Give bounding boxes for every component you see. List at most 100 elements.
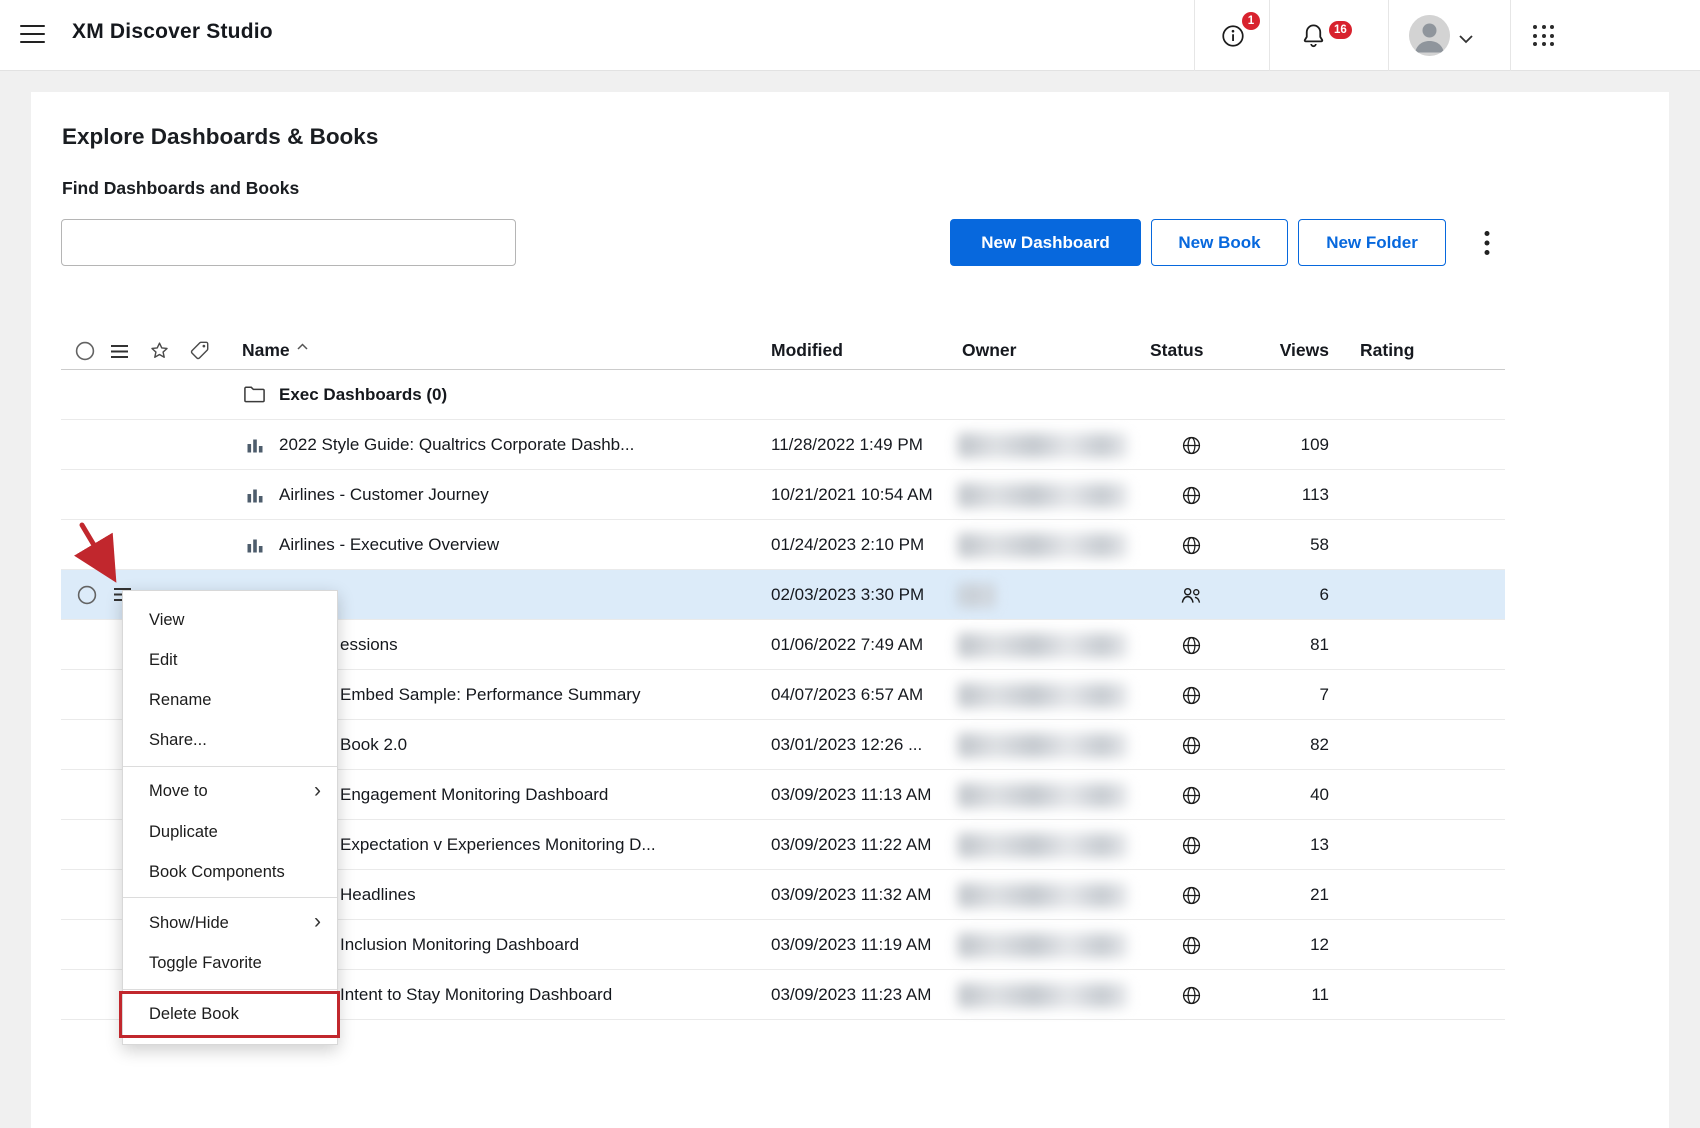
new-dashboard-button[interactable]: New Dashboard bbox=[950, 219, 1141, 266]
row-name: Engagement Monitoring Dashboard bbox=[340, 770, 608, 820]
row-owner-redacted bbox=[958, 433, 1128, 458]
row-modified: 03/09/2023 11:13 AM bbox=[771, 770, 931, 820]
row-views: 109 bbox=[1301, 420, 1329, 470]
row-owner-redacted bbox=[958, 533, 1128, 558]
sort-ascending-icon bbox=[297, 343, 308, 350]
row-status bbox=[1170, 970, 1212, 1020]
row-status bbox=[1170, 670, 1212, 720]
menu-item-view[interactable]: View bbox=[123, 600, 337, 640]
info-badge: 1 bbox=[1242, 12, 1260, 30]
table-row[interactable]: Exec Dashboards (0) bbox=[61, 370, 1505, 420]
menu-item-label: Delete Book bbox=[149, 1005, 239, 1024]
row-owner-redacted bbox=[958, 733, 1128, 758]
topbar: XM Discover Studio 1 16 bbox=[0, 0, 1700, 71]
select-all-checkbox[interactable] bbox=[75, 341, 95, 366]
row-name: essions bbox=[340, 620, 398, 670]
new-folder-button[interactable]: New Folder bbox=[1298, 219, 1446, 266]
dashboard-icon bbox=[246, 536, 264, 559]
row-modified: 11/28/2022 1:49 PM bbox=[771, 420, 923, 470]
topbar-divider bbox=[1269, 0, 1270, 71]
bulk-menu-icon[interactable] bbox=[110, 343, 129, 364]
row-checkbox[interactable] bbox=[77, 585, 97, 610]
row-modified: 03/01/2023 12:26 ... bbox=[771, 720, 922, 770]
menu-item-move-to[interactable]: Move to› bbox=[123, 772, 337, 812]
row-status bbox=[1170, 520, 1212, 570]
new-book-button[interactable]: New Book bbox=[1151, 219, 1288, 266]
row-modified: 01/06/2022 7:49 AM bbox=[771, 620, 923, 670]
public-status-icon bbox=[1181, 485, 1202, 506]
more-options-button[interactable] bbox=[1472, 221, 1502, 265]
row-status bbox=[1170, 470, 1212, 520]
shared-status-icon bbox=[1180, 586, 1203, 605]
column-header-name-label: Name bbox=[242, 340, 290, 361]
row-views: 7 bbox=[1320, 670, 1329, 720]
chevron-right-icon: › bbox=[314, 910, 321, 934]
column-header-rating[interactable]: Rating bbox=[1360, 330, 1414, 370]
menu-item-toggle-favorite[interactable]: Toggle Favorite bbox=[123, 944, 337, 984]
favorites-filter-icon[interactable] bbox=[149, 340, 170, 366]
column-header-status[interactable]: Status bbox=[1150, 330, 1203, 370]
menu-item-rename[interactable]: Rename bbox=[123, 680, 337, 720]
row-owner-redacted bbox=[958, 833, 1128, 858]
column-header-owner[interactable]: Owner bbox=[962, 330, 1016, 370]
dashboard-icon bbox=[246, 436, 264, 459]
global-nav-menu-icon[interactable] bbox=[20, 25, 45, 45]
row-status bbox=[1170, 770, 1212, 820]
row-views: 58 bbox=[1310, 520, 1329, 570]
row-owner-redacted bbox=[958, 633, 1128, 658]
bell-icon[interactable] bbox=[1300, 22, 1327, 54]
user-avatar[interactable] bbox=[1409, 15, 1450, 56]
row-views: 6 bbox=[1320, 570, 1329, 620]
topbar-divider bbox=[1510, 0, 1511, 71]
table-row[interactable]: 2022 Style Guide: Qualtrics Corporate Da… bbox=[61, 420, 1505, 470]
dashboard-icon bbox=[246, 486, 264, 509]
menu-item-label: Share... bbox=[149, 731, 207, 750]
menu-item-duplicate[interactable]: Duplicate bbox=[123, 812, 337, 852]
menu-item-label: View bbox=[149, 611, 184, 630]
public-status-icon bbox=[1181, 835, 1202, 856]
column-header-name[interactable]: Name bbox=[242, 330, 308, 370]
row-modified: 10/21/2021 10:54 AM bbox=[771, 470, 933, 520]
menu-item-show-hide[interactable]: Show/Hide› bbox=[123, 903, 337, 943]
notification-badge: 16 bbox=[1329, 21, 1352, 39]
chevron-right-icon: › bbox=[314, 779, 321, 803]
table-row[interactable]: Airlines - Customer Journey 10/21/2021 1… bbox=[61, 470, 1505, 520]
row-name: Embed Sample: Performance Summary bbox=[340, 670, 640, 720]
row-status bbox=[1170, 420, 1212, 470]
row-views: 21 bbox=[1310, 870, 1329, 920]
menu-item-share[interactable]: Share... bbox=[123, 721, 337, 761]
row-name: Intent to Stay Monitoring Dashboard bbox=[340, 970, 612, 1020]
row-views: 81 bbox=[1310, 620, 1329, 670]
public-status-icon bbox=[1181, 735, 1202, 756]
app-switcher-icon[interactable] bbox=[1533, 25, 1555, 47]
chevron-down-icon[interactable] bbox=[1459, 31, 1473, 49]
row-owner-redacted bbox=[958, 683, 1128, 708]
menu-item-edit[interactable]: Edit bbox=[123, 640, 337, 680]
public-status-icon bbox=[1181, 985, 1202, 1006]
info-icon[interactable] bbox=[1220, 23, 1246, 54]
menu-item-book-components[interactable]: Book Components bbox=[123, 852, 337, 892]
column-header-modified[interactable]: Modified bbox=[771, 330, 843, 370]
row-owner-redacted bbox=[958, 583, 996, 608]
table-row[interactable]: Airlines - Executive Overview 01/24/2023… bbox=[61, 520, 1505, 570]
labels-filter-icon[interactable] bbox=[189, 340, 210, 366]
app-title: XM Discover Studio bbox=[72, 20, 273, 44]
row-owner-redacted bbox=[958, 483, 1128, 508]
public-status-icon bbox=[1181, 935, 1202, 956]
table-header: Name Modified Owner Status Views Rating bbox=[61, 330, 1505, 370]
folder-icon bbox=[243, 384, 266, 409]
menu-item-delete-book[interactable]: Delete Book bbox=[123, 995, 337, 1035]
row-name: Headlines bbox=[340, 870, 416, 920]
menu-item-label: Toggle Favorite bbox=[149, 954, 262, 973]
column-header-views[interactable]: Views bbox=[1280, 330, 1329, 370]
row-views: 11 bbox=[1311, 970, 1329, 1020]
menu-divider bbox=[123, 766, 337, 767]
row-name: Airlines - Customer Journey bbox=[279, 470, 489, 520]
row-status bbox=[1170, 820, 1212, 870]
row-views: 13 bbox=[1310, 820, 1329, 870]
topbar-divider bbox=[1388, 0, 1389, 71]
row-owner-redacted bbox=[958, 933, 1128, 958]
search-input[interactable] bbox=[61, 219, 516, 266]
menu-item-label: Rename bbox=[149, 691, 211, 710]
public-status-icon bbox=[1181, 535, 1202, 556]
